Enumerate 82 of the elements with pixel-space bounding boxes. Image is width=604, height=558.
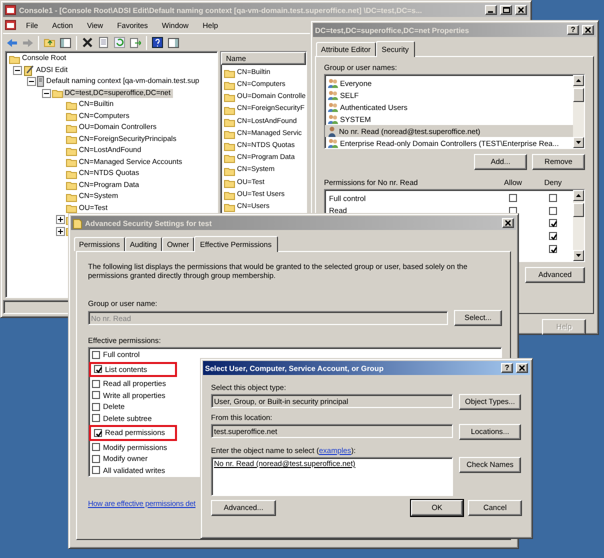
folder-icon [224, 80, 235, 90]
console-icon [5, 20, 16, 30]
folder-icon [66, 203, 77, 214]
close-icon[interactable] [518, 7, 524, 13]
folder-icon [66, 192, 77, 202]
checkbox[interactable] [92, 414, 100, 422]
checkbox[interactable] [549, 232, 557, 240]
users-icon [327, 114, 338, 124]
close-button[interactable] [515, 5, 527, 15]
close-icon[interactable] [505, 220, 511, 226]
down-arrow-icon[interactable] [576, 141, 581, 144]
maximize-icon[interactable] [502, 7, 510, 13]
vertical-scrollbar[interactable] [573, 190, 584, 261]
console-icon [5, 5, 16, 15]
folder-icon [224, 116, 235, 127]
user-icon [327, 126, 337, 136]
checkbox[interactable] [94, 428, 102, 437]
close-button[interactable] [582, 25, 594, 35]
close-button[interactable] [516, 363, 528, 373]
up-arrow-icon[interactable] [576, 79, 581, 82]
tree-expander[interactable] [56, 226, 65, 236]
close-icon[interactable] [585, 27, 591, 33]
scroll-thumb[interactable] [573, 88, 584, 102]
users-icon [327, 138, 338, 148]
folder-icon [224, 129, 235, 140]
close-icon[interactable] [519, 365, 525, 371]
minimize-button[interactable] [485, 5, 497, 15]
checkbox[interactable] [549, 206, 557, 215]
folder-icon [224, 178, 235, 188]
folder-icon [66, 146, 77, 156]
maximize-button[interactable] [500, 5, 512, 15]
delete-icon[interactable] [82, 37, 93, 48]
checkbox[interactable] [92, 391, 100, 400]
checkbox[interactable] [509, 194, 517, 202]
checkbox[interactable] [92, 466, 100, 474]
console-tree-icon[interactable] [60, 37, 71, 48]
folder-icon [224, 166, 235, 176]
folder-icon [66, 180, 77, 190]
checkbox[interactable] [92, 380, 100, 388]
users-icon [327, 90, 338, 100]
folder-icon [66, 168, 77, 179]
refresh-icon[interactable] [114, 37, 125, 48]
tree-expander[interactable] [56, 215, 65, 224]
tree-expander[interactable] [13, 66, 22, 75]
action-pane-icon[interactable] [168, 37, 179, 48]
folder-icon [224, 190, 235, 200]
users-icon [327, 78, 338, 88]
checkbox[interactable] [92, 443, 100, 452]
folder-icon [224, 104, 235, 115]
back-icon[interactable] [6, 37, 17, 48]
checkbox[interactable] [92, 402, 100, 411]
up-arrow-icon[interactable] [576, 194, 581, 197]
vertical-scrollbar[interactable] [573, 75, 584, 148]
down-arrow-icon[interactable] [576, 254, 581, 257]
folder-icon [224, 153, 235, 164]
checkbox[interactable] [549, 219, 557, 228]
export-icon[interactable] [130, 37, 141, 48]
properties-icon[interactable] [98, 37, 109, 48]
help-icon[interactable] [152, 37, 163, 48]
folder-icon [66, 134, 77, 144]
checkbox[interactable] [92, 454, 100, 463]
checkbox[interactable] [549, 194, 557, 202]
folder-icon [224, 141, 235, 152]
folder-icon [66, 157, 77, 168]
checkbox[interactable] [92, 350, 100, 359]
folder-icon [9, 54, 20, 64]
checkbox[interactable] [94, 365, 102, 374]
folder-up-icon[interactable] [44, 37, 55, 48]
folder-icon [66, 111, 77, 122]
tree-expander[interactable] [42, 88, 51, 98]
notebook-icon [23, 64, 34, 76]
folder-icon [224, 92, 235, 102]
tree-expander[interactable] [27, 77, 36, 86]
server-icon [37, 76, 44, 88]
users-icon [327, 102, 338, 112]
checkbox[interactable] [549, 244, 557, 253]
scroll-thumb[interactable] [573, 203, 584, 217]
folder-icon [52, 88, 63, 98]
folder-icon [73, 218, 82, 228]
folder-icon [224, 68, 235, 78]
close-button[interactable] [502, 218, 514, 228]
folder-icon [66, 122, 77, 133]
